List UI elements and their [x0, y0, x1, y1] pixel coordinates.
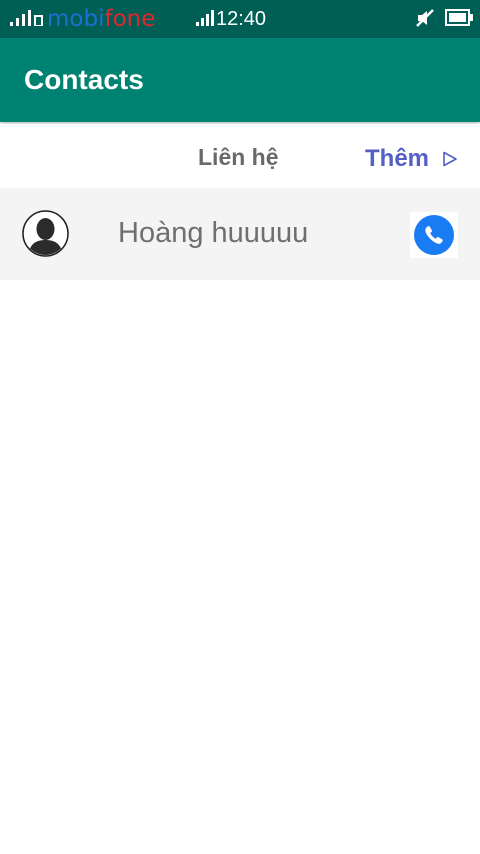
- battery-icon: [445, 9, 473, 32]
- app-bar: Contacts: [0, 38, 480, 122]
- tab-row: Liên hệ Thêm: [0, 124, 480, 188]
- signal-icon: [196, 10, 214, 31]
- status-bar: mobifone 12:40: [0, 0, 480, 38]
- page-title: Contacts: [24, 64, 144, 95]
- contact-name: Hoàng huuuuu: [118, 217, 309, 249]
- play-arrow-icon[interactable]: [442, 151, 458, 172]
- more-link[interactable]: Thêm: [365, 146, 429, 172]
- phone-icon: [414, 215, 454, 255]
- person-avatar-icon: [22, 210, 69, 257]
- signal-icon: [10, 10, 44, 31]
- contact-list-item[interactable]: Hoàng huuuuu: [0, 188, 480, 280]
- mute-icon: [415, 8, 435, 33]
- tab-contacts[interactable]: Liên hệ: [198, 144, 279, 170]
- status-time: 12:40: [216, 8, 267, 30]
- call-button[interactable]: [410, 212, 458, 258]
- carrier-logo: mobifone: [47, 6, 156, 32]
